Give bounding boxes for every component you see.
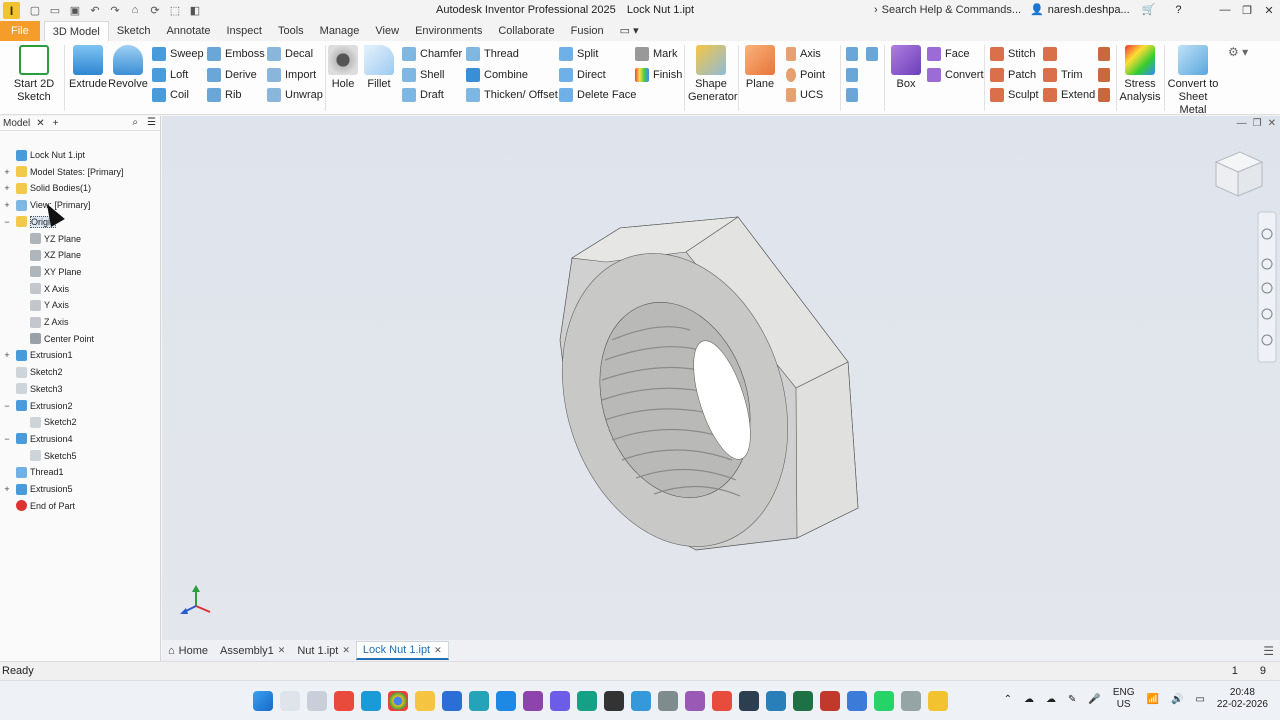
chrome-icon[interactable] [388,691,408,711]
language-indicator[interactable]: ENG US [1113,687,1135,711]
doc-tab-nut-1-ipt[interactable]: Nut 1.ipt ✕ [291,641,356,660]
whatsapp-icon[interactable] [874,691,894,711]
app-icon-9[interactable] [604,691,624,711]
chevron-up-icon[interactable]: ⌃ [1004,694,1012,705]
app-icon-1[interactable] [334,691,354,711]
close-tab-icon[interactable]: ✕ [278,645,286,656]
mic-icon[interactable]: 🎤 [1088,694,1100,705]
region: US [1116,699,1131,710]
battery-icon[interactable]: ▭ [1195,694,1204,705]
system-tray: ⌃ ☁ ☁ ✎ 🎤 ENG US 📶 🔊 ▭ 20:48 22-02-2026 [1004,687,1268,711]
doc-tab-lock-nut-1-ipt[interactable]: Lock Nut 1.ipt ✕ [355,641,449,660]
status-bar: Ready 1 9 [0,661,1280,680]
doc-tab-home[interactable]: ⌂ Home [162,641,214,660]
onedrive-icon[interactable]: ☁ [1024,694,1034,705]
wifi-icon[interactable]: 📶 [1146,694,1158,705]
app-icon-5[interactable] [496,691,516,711]
date: 22-02-2026 [1216,699,1268,710]
app-icon-18[interactable] [901,691,921,711]
time: 20:48 [1229,687,1255,698]
app-icon-2[interactable] [361,691,381,711]
document-tabs: ⌂ Home Assembly1 ✕ Nut 1.ipt ✕ Lock Nut 1.ipt ✕… [162,640,1280,661]
volume-icon[interactable]: 🔊 [1171,694,1183,705]
app-icon-8[interactable] [577,691,597,711]
app-icon-13[interactable] [712,691,732,711]
task-view-icon[interactable] [307,691,327,711]
document-tab-list: ⌂ Home Assembly1 ✕ Nut 1.ipt ✕ Lock Nut 1.ipt ✕ [162,641,449,660]
app-icon-3[interactable] [442,691,462,711]
file-explorer-icon[interactable] [415,691,435,711]
app-icon-14[interactable] [739,691,759,711]
taskbar-apps [253,691,948,711]
doc-tab-label: Home [178,644,208,657]
document-tabs-menu-icon[interactable]: ☰ [1263,644,1274,658]
status-count-1: 1 [1231,665,1238,677]
start-icon[interactable] [253,691,273,711]
app-icon-10[interactable] [631,691,651,711]
home-icon: ⌂ [168,644,175,657]
lock-nut-model[interactable] [526,216,859,576]
clock[interactable]: 20:48 22-02-2026 [1217,687,1268,711]
doc-tab-label: Assembly1 [220,644,274,657]
doc-tab-label: Lock Nut 1.ipt [362,644,431,656]
excel-icon[interactable] [793,691,813,711]
windows-taskbar: ⌃ ☁ ☁ ✎ 🎤 ENG US 📶 🔊 ▭ 20:48 22-02-2026 [0,680,1280,720]
close-tab-icon[interactable]: ✕ [434,645,442,656]
pen-icon[interactable]: ✎ [1068,694,1076,705]
app-icon-6[interactable] [523,691,543,711]
language: ENG [1112,687,1135,698]
coordinate-triad-icon [180,585,211,614]
status-count-2: 9 [1259,665,1266,677]
doc-tab-label: Nut 1.ipt [297,644,339,657]
view-cube[interactable] [1214,151,1264,197]
navigation-bar[interactable] [1257,211,1277,363]
app-icon-11[interactable] [658,691,678,711]
app-icon-15[interactable] [766,691,786,711]
app-icon-4[interactable] [469,691,489,711]
cloud-icon[interactable]: ☁ [1046,694,1056,705]
search-taskbar-icon[interactable] [280,691,300,711]
app-icon-17[interactable] [847,691,867,711]
app-icon-16[interactable] [820,691,840,711]
doc-tab-assembly1[interactable]: Assembly1 ✕ [214,641,291,660]
app-icon-7[interactable] [550,691,570,711]
app-icon-12[interactable] [685,691,705,711]
viewport-graphics [180,151,1277,614]
close-tab-icon[interactable]: ✕ [342,645,350,656]
inventor-taskbar-icon[interactable] [928,691,948,711]
status-text: Ready [2,665,34,677]
